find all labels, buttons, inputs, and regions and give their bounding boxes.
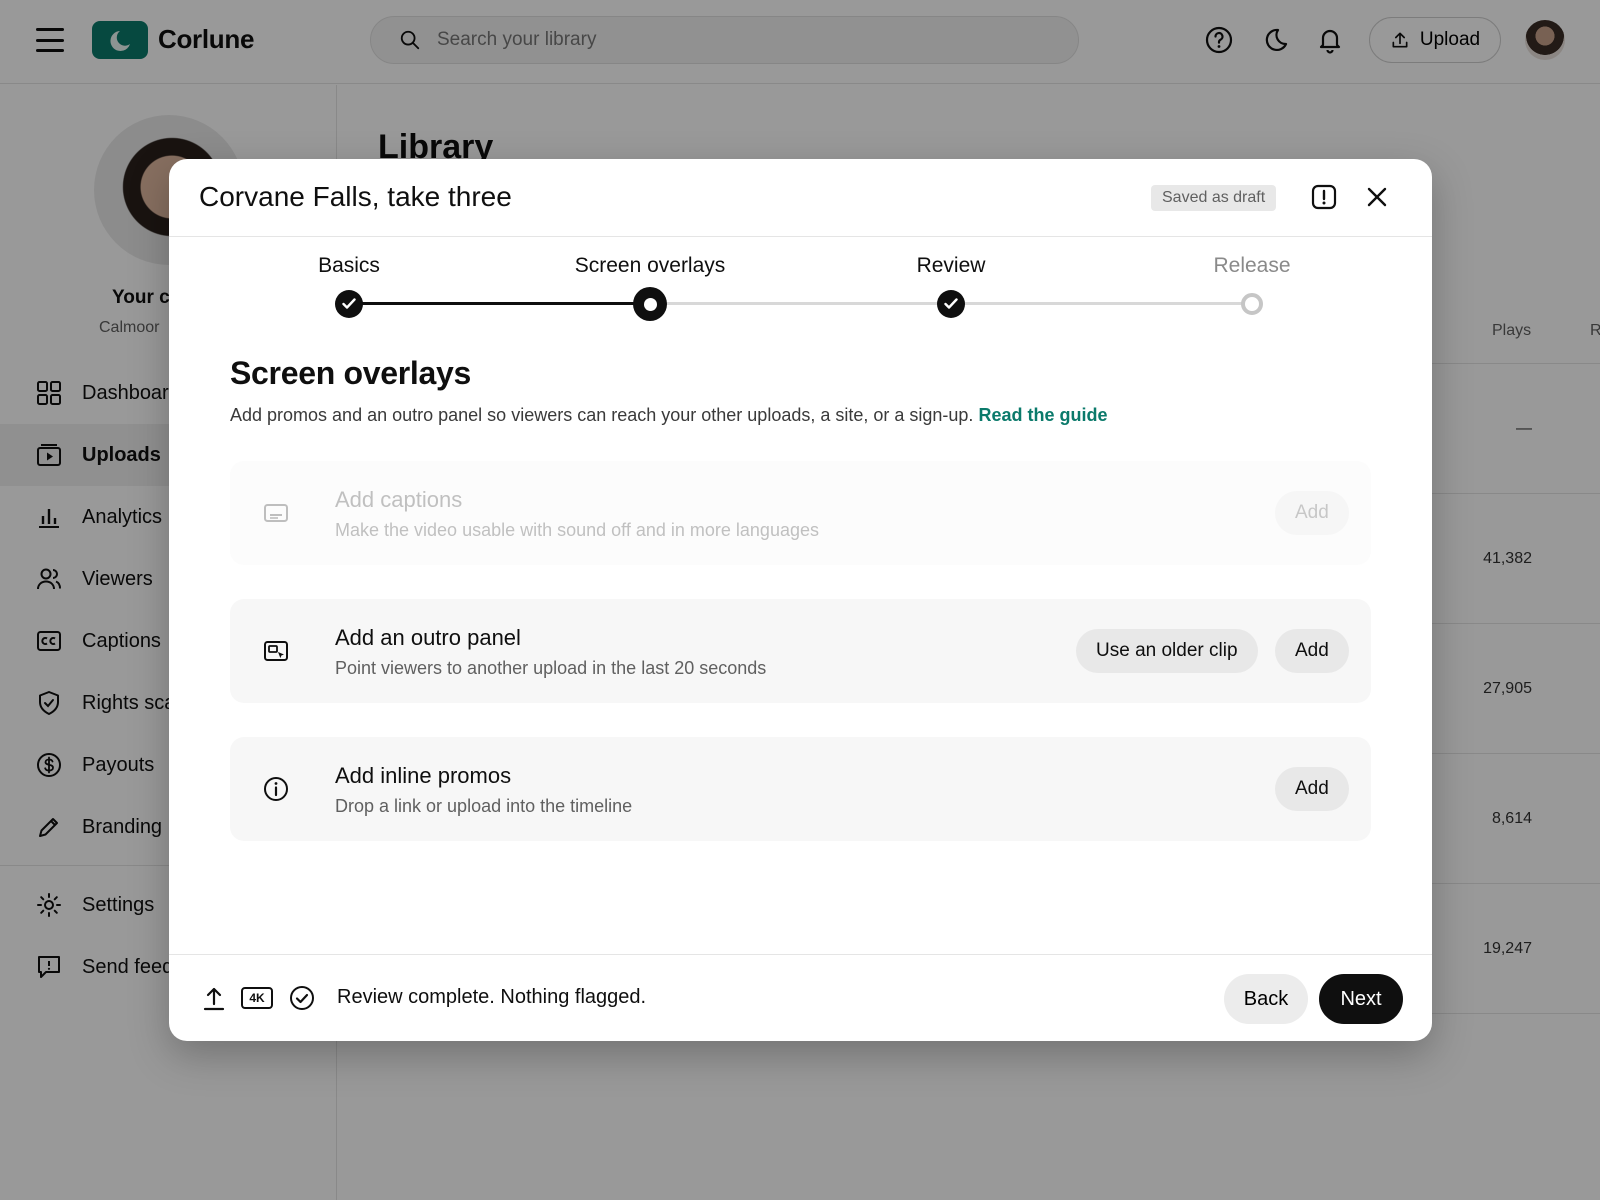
captions-icon [264, 504, 288, 522]
add-captions-button[interactable]: Add [1275, 491, 1349, 535]
close-icon [1367, 187, 1387, 207]
step-overlays-label[interactable]: Screen overlays [575, 254, 726, 278]
back-button[interactable]: Back [1224, 974, 1308, 1024]
alert-icon [1311, 184, 1337, 210]
section-description: Add promos and an outro panel so viewers… [230, 405, 1107, 426]
progress-stepper: Basics Screen overlays Review Release [169, 237, 1432, 347]
use-older-clip-button[interactable]: Use an older clip [1076, 629, 1258, 673]
outro-panel-icon [264, 641, 288, 661]
report-issue-button[interactable] [1309, 182, 1339, 212]
add-outro-button[interactable]: Add [1275, 629, 1349, 673]
4k-quality-icon: 4K [241, 987, 273, 1009]
draft-status-badge: Saved as draft [1151, 185, 1277, 211]
card-subtitle: Drop a link or upload into the timeline [335, 796, 633, 816]
step-basics-label[interactable]: Basics [318, 254, 380, 278]
dialog-title: Corvane Falls, take three [199, 181, 512, 212]
card-title: Add an outro panel [335, 625, 521, 650]
section-description-text: Add promos and an outro panel so viewers… [230, 405, 974, 425]
next-button[interactable]: Next [1319, 974, 1403, 1024]
stepper-line-done [349, 302, 650, 305]
upload-dialog: Corvane Falls, take three Saved as draft… [169, 159, 1432, 1041]
dialog-header: Corvane Falls, take three Saved as draft [169, 159, 1432, 237]
card-title: Add inline promos [335, 763, 512, 788]
captions-card: Add captions Make the video usable with … [230, 461, 1371, 565]
step-review-check-icon[interactable] [937, 290, 965, 318]
step-basics-check-icon[interactable] [335, 290, 363, 318]
outro-panel-card: Add an outro panel Point viewers to anot… [230, 599, 1371, 703]
inline-promos-card: Add inline promos Drop a link or upload … [230, 737, 1371, 841]
step-review-label[interactable]: Review [917, 254, 986, 278]
section-title: Screen overlays [230, 355, 472, 391]
card-subtitle: Make the video usable with sound off and… [335, 520, 819, 540]
step-release-label[interactable]: Release [1213, 254, 1290, 278]
step-release-pending-dot[interactable] [1241, 293, 1263, 315]
add-promos-button[interactable]: Add [1275, 767, 1349, 811]
info-icon [264, 777, 288, 801]
upload-arrow-icon [203, 987, 225, 1011]
close-button[interactable] [1362, 182, 1392, 212]
check-circle-icon [290, 986, 314, 1010]
dialog-footer: 4K Review complete. Nothing flagged. Bac… [169, 954, 1432, 1041]
read-guide-link[interactable]: Read the guide [978, 405, 1107, 425]
card-subtitle: Point viewers to another upload in the l… [335, 658, 767, 678]
review-status-text: Review complete. Nothing flagged. [337, 986, 647, 1008]
step-overlays-current-dot[interactable] [633, 287, 667, 321]
card-title: Add captions [335, 487, 463, 512]
